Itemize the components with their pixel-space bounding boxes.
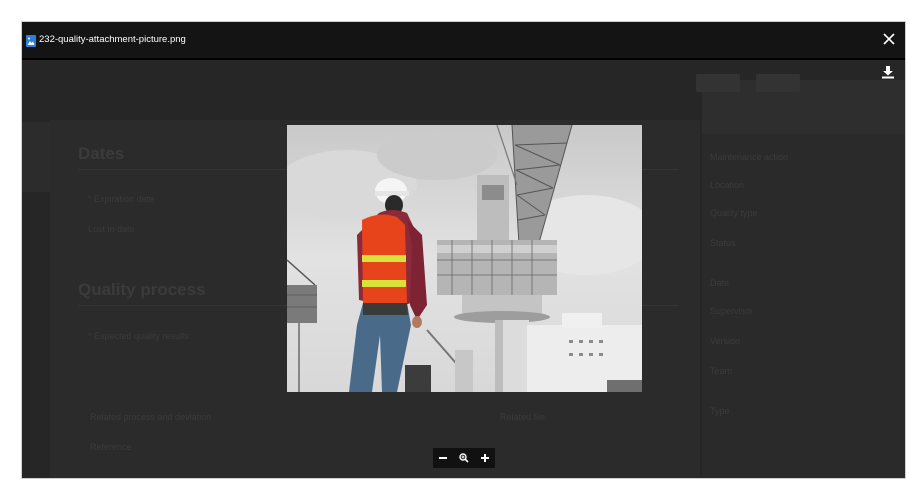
background-field-label: * Expected quality results <box>88 331 190 341</box>
background-detail: Status <box>710 238 736 248</box>
background-detail: Version <box>710 336 741 346</box>
file-name: 232-quality-attachment-picture.png <box>39 34 186 45</box>
plus-icon <box>480 454 489 462</box>
close-icon[interactable] <box>881 31 897 47</box>
zoom-controls <box>433 448 495 468</box>
background-detail: Supervisor <box>710 306 754 316</box>
minus-icon <box>439 457 448 459</box>
background-button <box>696 74 740 92</box>
background-field-label: Related file <box>500 412 546 422</box>
background-detail: Type <box>710 406 730 416</box>
background-right-panel: Maintenance action Location Quality type… <box>702 80 905 478</box>
modal-header: 232-quality-attachment-picture.png <box>22 22 905 60</box>
download-icon[interactable] <box>881 65 895 79</box>
image-viewer-modal: Dates * Expiration date Lost in date Qua… <box>21 21 906 479</box>
background-detail: Team <box>710 366 733 376</box>
background-button <box>756 74 800 92</box>
attachment-image <box>287 125 642 392</box>
background-section-title: Dates <box>78 144 125 163</box>
background-detail: Maintenance action <box>710 152 789 162</box>
zoom-reset-button[interactable] <box>457 451 471 465</box>
background-left-panel <box>22 122 50 192</box>
zoom-in-button[interactable] <box>478 451 492 465</box>
zoom-out-button[interactable] <box>436 451 450 465</box>
background-section-title: Quality process <box>78 280 206 299</box>
image-file-icon <box>26 35 36 47</box>
background-detail: Quality type <box>710 208 758 218</box>
background-detail: Date <box>710 278 730 288</box>
background-field-label: * Expiration date <box>88 194 155 204</box>
background-field-label: Reference <box>90 442 132 452</box>
background-field-label: Lost in date <box>88 224 135 234</box>
background-detail: Location <box>710 180 745 190</box>
background-field-label: Related process and deviation <box>90 412 212 422</box>
zoom-icon <box>459 453 469 463</box>
